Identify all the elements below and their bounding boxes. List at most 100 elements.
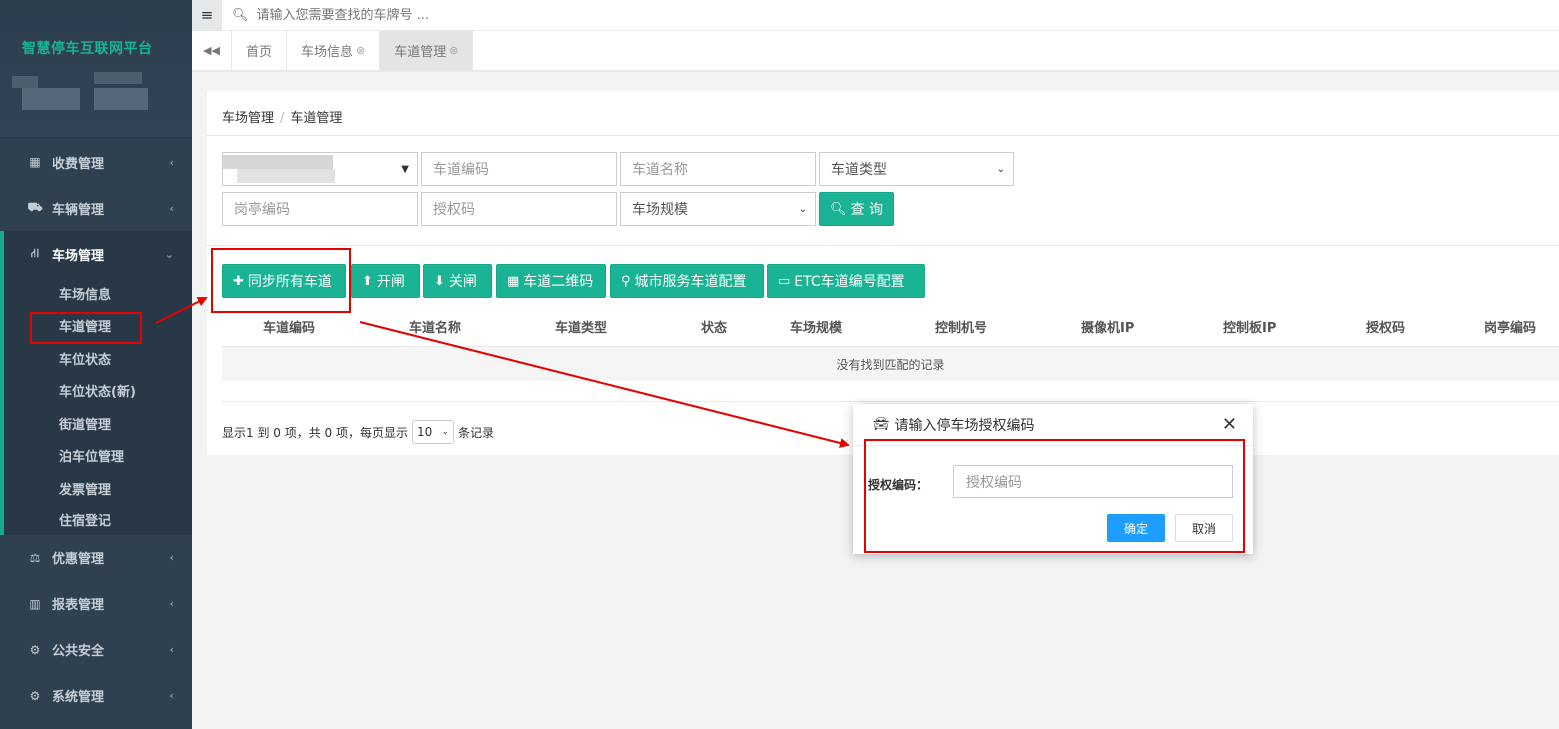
tab-label: 车场信息 [301, 45, 354, 60]
column-header[interactable]: 车道名称 [409, 317, 461, 336]
pagination-info: 显示1 到 0 项，共 0 项，每页显示 10 ⌄ 条记录 [222, 420, 494, 444]
button-label: ETC车道编号配置 [794, 274, 905, 290]
etc-lane-number-config-button[interactable]: ▭ ETC车道编号配置 [767, 264, 925, 298]
nav-system-management[interactable]: ⚙ 系统管理 ‹ [0, 673, 192, 719]
map-marker-icon: ⚲ [621, 273, 631, 289]
lane-code-input[interactable]: 车道编码 [421, 152, 617, 186]
close-gate-button[interactable]: ⬇ 关闸 [423, 264, 492, 298]
nav-report-management[interactable]: ▥ 报表管理 ‹ [0, 581, 192, 627]
caret-down-icon: ⌄ [798, 203, 807, 215]
nav-vehicle-management[interactable]: ⛟ 车辆管理 ‹ [0, 185, 192, 231]
pager-suffix: 条记录 [457, 425, 494, 440]
nav-lot-management[interactable]: ⛙ 车场管理 ⌄ [4, 231, 192, 277]
balance-scale-icon: ⚖ [29, 550, 41, 565]
column-header[interactable]: 车道编码 [263, 317, 315, 336]
button-label: 城市服务车道配置 [634, 274, 747, 290]
lot-scale-select[interactable]: 车场规模 ⌄ [620, 192, 816, 226]
tab-lane-management[interactable]: 车道管理 ⊗ [380, 31, 474, 70]
top-bar: ≡ 🔍︎ [192, 0, 1559, 31]
column-header[interactable]: 摄像机IP [1081, 317, 1134, 336]
select-value: 车场规模 [632, 202, 688, 218]
sidebar: 智慧停车互联网平台 ▦ 收费管理 ‹ ⛟ 车辆管理 ‹ ⛙ 车场管理 ⌄ 车场信… [0, 0, 192, 729]
select-value: 车道类型 [831, 162, 887, 178]
close-tab-icon[interactable]: ⊗ [356, 44, 365, 57]
auth-code-input[interactable]: 授权码 [421, 192, 617, 226]
nav-public-security[interactable]: ⚙ 公共安全 ‹ [0, 627, 192, 673]
menu-toggle-icon[interactable]: ≡ [192, 0, 222, 31]
chevron-left-icon: ‹ [169, 689, 174, 702]
tab-bar: ◀◀ 首页 车场信息 ⊗ 车道管理 ⊗ [192, 31, 1559, 72]
button-label: 车道二维码 [523, 274, 594, 290]
city-service-lane-config-button[interactable]: ⚲ 城市服务车道配置 [610, 264, 764, 298]
brand-title: 智慧停车互联网平台 [22, 41, 153, 57]
sidebar-item-street-management[interactable]: 街道管理 [4, 407, 192, 440]
qrcode-icon: ▦ [507, 273, 520, 289]
column-header[interactable]: 控制机号 [935, 317, 987, 336]
sidebar-item-space-status-new[interactable]: 车位状态(新) [4, 375, 192, 408]
button-label: 关闸 [448, 274, 477, 290]
close-icon[interactable]: ✕ [1222, 414, 1237, 435]
nav-label: 优惠管理 [52, 552, 105, 567]
nav-discount-management[interactable]: ⚖ 优惠管理 ‹ [0, 535, 192, 581]
sidebar-item-berth-management[interactable]: 泊车位管理 [4, 440, 192, 473]
column-header[interactable]: 车场规模 [790, 317, 842, 336]
breadcrumb-item[interactable]: 车场管理 [222, 111, 274, 126]
caret-down-icon: ▼ [401, 163, 409, 175]
breadcrumb: 车场管理 / 车道管理 [222, 107, 342, 126]
sidebar-item-space-status[interactable]: 车位状态 [4, 342, 192, 375]
close-tab-icon[interactable]: ⊗ [449, 44, 458, 57]
table-empty-row: 没有找到匹配的记录 [222, 346, 1559, 381]
open-gate-button[interactable]: ⬆ 开闸 [351, 264, 420, 298]
page-size-select[interactable]: 10 ⌄ [411, 420, 454, 444]
chevron-left-icon: ‹ [169, 643, 174, 656]
sidebar-item-lodging-registration[interactable]: 住宿登记 [4, 505, 192, 535]
annotation-highlight-sync-button [211, 248, 351, 313]
tab-lot-info[interactable]: 车场信息 ⊗ [287, 31, 381, 70]
nav-fee-management[interactable]: ▦ 收费管理 ‹ [0, 139, 192, 185]
grid-icon: ▦ [29, 155, 41, 169]
chevron-down-icon: ⌄ [164, 247, 174, 261]
chevron-left-icon: ‹ [169, 551, 174, 564]
road-icon: ⛙ [30, 246, 40, 260]
search-icon: 🔍︎ [830, 201, 847, 217]
sidebar-item-invoice-management[interactable]: 发票管理 [4, 472, 192, 505]
tab-label: 车道管理 [394, 45, 447, 60]
pager-prefix: 显示1 到 0 项，共 0 项，每页显示 [222, 425, 408, 440]
annotation-highlight-lane-menu [30, 312, 142, 344]
breadcrumb-separator: / [280, 111, 285, 126]
chevron-left-icon: ‹ [169, 597, 174, 610]
page-size-value: 10 [416, 425, 433, 439]
arrow-down-circle-icon: ⬇ [434, 273, 445, 289]
breadcrumb-item: 车道管理 [290, 111, 343, 126]
tab-label: 首页 [246, 45, 273, 60]
tab-home[interactable]: 首页 [232, 31, 288, 70]
bar-chart-icon: ▥ [29, 596, 41, 611]
lane-name-input[interactable]: 车道名称 [620, 152, 816, 186]
lot-select[interactable]: ▼ [222, 152, 418, 186]
lane-qrcode-button[interactable]: ▦ 车道二维码 [496, 264, 606, 298]
chevron-left-icon: ‹ [169, 155, 174, 169]
column-header[interactable]: 授权码 [1366, 317, 1405, 336]
divider [222, 401, 1559, 402]
query-button[interactable]: 🔍︎ 查 询 [819, 192, 894, 226]
nav-label: 报表管理 [52, 598, 105, 613]
lane-type-select[interactable]: 车道类型 ⌄ [819, 152, 1014, 186]
sidebar-item-lot-info[interactable]: 车场信息 [4, 277, 192, 310]
plate-search-input[interactable] [256, 7, 757, 23]
annotation-highlight-dialog-body [864, 439, 1245, 553]
column-header[interactable]: 状态 [701, 317, 727, 336]
button-label: 开闸 [376, 274, 405, 290]
nav-label: 车辆管理 [52, 202, 105, 218]
search-icon: 🔍︎ [232, 7, 249, 23]
arrow-up-circle-icon: ⬆ [362, 273, 373, 289]
tabs-scroll-left-icon[interactable]: ◀◀ [192, 31, 232, 70]
column-header[interactable]: 车道类型 [555, 317, 607, 336]
divider [207, 135, 1559, 136]
chevron-left-icon: ‹ [169, 201, 174, 215]
column-header[interactable]: 控制板IP [1223, 317, 1276, 336]
content-panel: 车场管理 / 车道管理 ▼ 车道编码 车道名称 车道类型 ⌄ 岗亭编码 授权码 车场… [207, 91, 1559, 455]
nav-label: 车场管理 [52, 248, 105, 264]
column-header[interactable]: 岗亭编码 [1484, 317, 1536, 336]
booth-code-input[interactable]: 岗亭编码 [222, 192, 418, 226]
blurred-value [237, 169, 335, 183]
